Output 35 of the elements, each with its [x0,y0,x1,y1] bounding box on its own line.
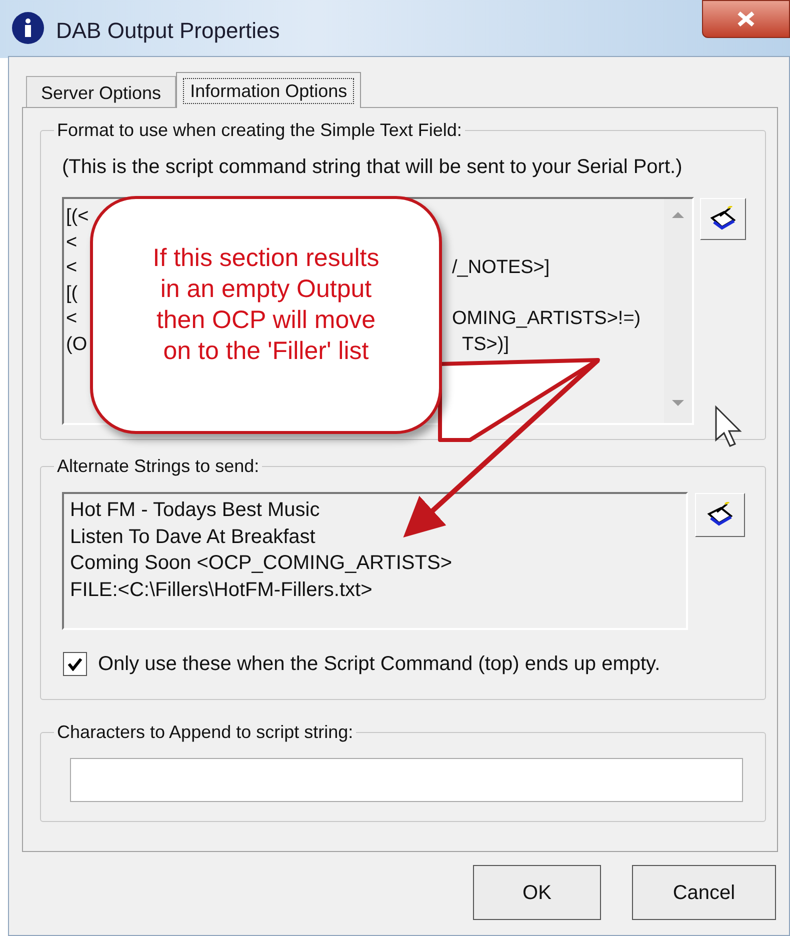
script-line: (O [66,334,88,356]
callout-text: in an empty Output [160,274,372,305]
script-line: < [66,308,78,330]
edit-button[interactable] [700,198,746,240]
hint-text: (This is the script command string that will be sent to your Serial Port.) [62,155,682,179]
dialog-button[interactable]: Cancel [632,865,776,920]
script-line: < [66,257,78,280]
script-line: [(< [66,206,89,228]
checkbox[interactable] [63,652,87,676]
callout-text: on to the 'Filler' list [163,336,369,367]
dialog-button[interactable]: OK [473,865,601,920]
alternate-line: Listen To Dave At Breakfast [70,526,316,548]
script-line: [( [66,282,78,305]
edit-icon [705,502,735,528]
script-line: OMING_ARTISTS>!=) [452,308,641,330]
checkmark-icon [67,657,83,671]
window-title: DAB Output Properties [56,17,280,45]
edit-button[interactable] [695,493,745,537]
script-line: /_NOTES>] [452,257,550,280]
tab[interactable]: Information Options [176,72,362,108]
mouse-cursor-icon [715,405,742,447]
close-icon [735,11,757,27]
tab[interactable]: Server Options [26,76,176,108]
alternate-line: Coming Soon <OCP_COMING_ARTISTS> [70,552,452,574]
callout-text: then OCP will move [156,305,376,336]
script-line: TS>)] [462,334,509,356]
alternate-line: FILE:<C:\Fillers\HotFM-Fillers.txt> [70,578,372,600]
callout-text: If this section results [152,243,380,274]
script-line: < [66,232,78,254]
alternate-line: Hot FM - Todays Best Music [70,499,320,521]
edit-icon [708,206,738,232]
input-field[interactable] [70,758,743,802]
checkbox-label: Only use these when the Script Command (top) ends up empty. [98,652,660,676]
close-button[interactable] [702,0,790,38]
alternate-text-area[interactable] [62,492,688,630]
